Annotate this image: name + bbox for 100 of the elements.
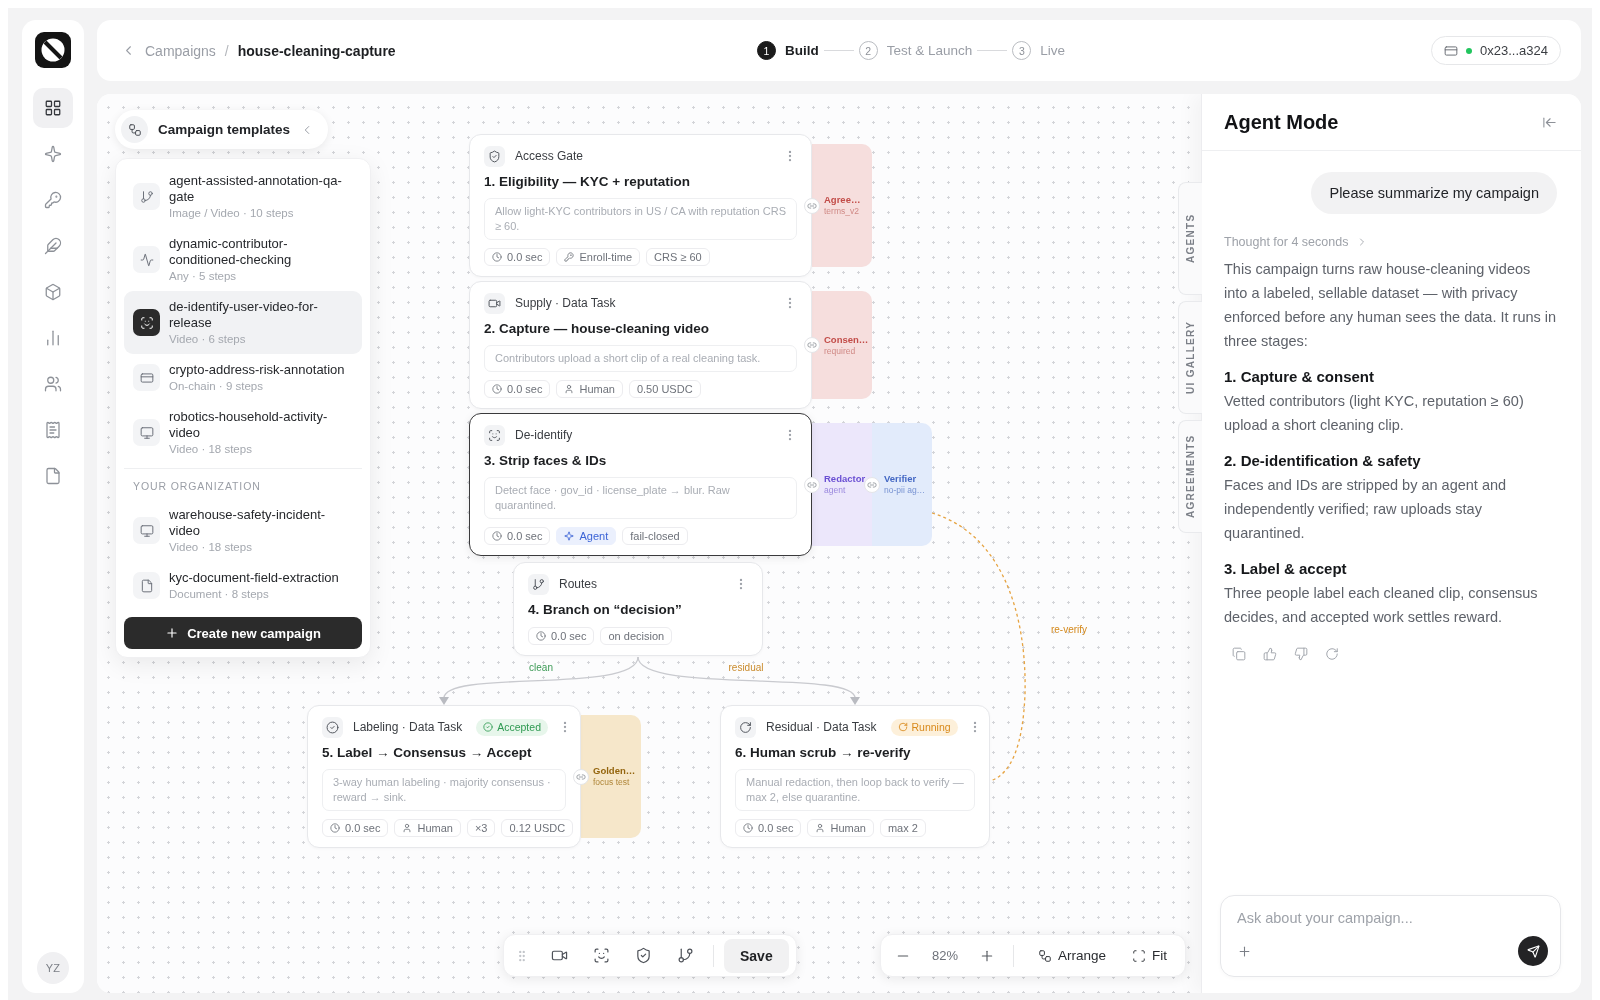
chip-text: fail-closed — [630, 530, 680, 542]
file-icon — [133, 572, 160, 599]
plus-icon — [165, 626, 180, 640]
video-camera-icon — [484, 292, 505, 314]
chip-text: 0.50 USDC — [636, 383, 693, 395]
template-item[interactable]: crypto-address-risk-annotation On-chain · 9 steps — [124, 354, 362, 401]
feather-icon — [44, 237, 62, 255]
template-meta: On-chain · 9 steps — [169, 379, 264, 393]
node-type: Labeling · Data Task — [353, 720, 463, 734]
chip-text: 0.0 sec — [345, 822, 381, 834]
attachment-title: Golden… — [593, 765, 637, 777]
bar-chart-icon — [44, 329, 62, 347]
arrange-button[interactable]: Arrange — [1032, 940, 1113, 971]
send-button[interactable] — [1518, 936, 1548, 966]
step-node[interactable]: De-identify 3. Strip faces & IDs Detect face · gov_id · license_plate → blur. Raw quarantined. 0.0 sec Agent fail-closed — [469, 413, 812, 556]
attachment-title: Consen… — [824, 333, 868, 346]
clock-icon — [536, 631, 546, 641]
side-tab[interactable]: AGREEMENTS — [1178, 420, 1202, 533]
step-node[interactable]: Access Gate 1. Eligibility — KYC + reputation Allow light-KYC contributors in US / CA with reputation CRS ≥ 60. 0.0 sec Enroll-time CRS ≥ 60 — [469, 134, 812, 277]
branch-icon — [528, 573, 549, 595]
breadcrumb-current: house-cleaning-capture — [237, 42, 396, 59]
attachment-panel[interactable]: Golden… focus test — [581, 715, 641, 838]
attachment-subtitle: focus test — [593, 777, 631, 788]
chip-text: Human — [579, 383, 615, 395]
fit-button[interactable]: Fit — [1126, 940, 1174, 971]
template-title: warehouse-safety-incident-video — [169, 507, 327, 539]
branch-icon[interactable] — [676, 947, 694, 964]
receipt-icon — [44, 421, 62, 439]
section-text: Faces and IDs are stripped by an agent and independently verified; raw uploads stay quarantined. — [1224, 476, 1508, 543]
step-number: 1 — [757, 41, 776, 60]
template-title: agent-assisted-annotation-qa-gate — [169, 173, 343, 205]
edge-label: residual — [728, 662, 764, 674]
monitor-icon — [133, 419, 160, 446]
attachment-panel[interactable]: Agree… terms_v2 — [812, 144, 872, 267]
attachment-title: Redactor — [824, 473, 867, 485]
key-icon — [44, 191, 62, 209]
chip-text: 0.0 sec — [551, 630, 587, 642]
status-label: Running — [911, 721, 951, 733]
node-title: 1. Eligibility — KYC + reputation — [484, 173, 691, 191]
card-icon — [133, 364, 160, 391]
node-title: 2. Capture — house-cleaning video — [484, 320, 711, 338]
template-meta: Video · 18 steps — [169, 442, 253, 456]
template-item[interactable]: robotics-household-activity-video Video · 18 steps — [124, 401, 362, 464]
nav-item[interactable] — [33, 88, 73, 128]
templates-title: Campaign templates — [158, 122, 291, 137]
face-scan-icon[interactable] — [592, 947, 610, 964]
chip-text: Human — [830, 822, 866, 834]
chip-text: 0.12 USDC — [509, 822, 566, 834]
node-title: 4. Branch on “decision” — [528, 601, 683, 619]
thumbs-up-icon[interactable] — [1263, 647, 1277, 661]
users-icon — [44, 375, 62, 393]
chip-text: 0.0 sec — [507, 251, 543, 263]
cube-icon — [44, 283, 62, 301]
section-label: YOUR ORGANIZATION — [132, 479, 262, 494]
side-tab[interactable]: AGENTS — [1178, 182, 1202, 295]
plus-icon[interactable] — [1237, 943, 1252, 959]
step-node[interactable]: Routes 4. Branch on “decision” 0.0 sec on decision — [513, 562, 763, 656]
attachment-subtitle: terms_v2 — [824, 206, 860, 217]
node-type: Residual · Data Task — [766, 720, 877, 734]
attachment-subtitle: no-pii ag… — [884, 485, 927, 496]
refresh-icon[interactable] — [1325, 647, 1339, 661]
template-item[interactable]: de-identify-user-video-for-release Video · 6 steps — [124, 291, 362, 354]
section-text: Three people label each cleaned clip, consensus decides, and accepted work settles reward. — [1224, 584, 1539, 627]
step-node[interactable]: Labeling · Data Task Accepted 5. Label → Consensus → Accept 3-way human labeling · majority consensus · reward → sink. 0.0 sec Human ×3 0.12 USDC — [307, 705, 581, 848]
step-node[interactable]: Supply · Data Task 2. Capture — house-cleaning video Contributors upload a short clip of a real cleaning task. 0.0 sec Human 0.50 USDC — [469, 281, 812, 409]
face-scan-icon — [133, 309, 160, 336]
section-heading: 1. Capture & consent — [1224, 367, 1376, 387]
step-node[interactable]: Residual · Data Task Running 6. Human scrub → re-verify Manual redaction, then loop back to verify — max 2, else quarantine. 0.0 sec Human max 2 — [720, 705, 990, 848]
person-icon — [402, 823, 413, 833]
attachment-subtitle: agent — [824, 485, 847, 496]
chip-text: ×3 — [474, 822, 488, 834]
template-item[interactable]: dynamic-contributor-conditioned-checking Any · 5 steps — [124, 228, 362, 291]
side-tab[interactable]: UI GALLERY — [1178, 301, 1202, 414]
attachment-panel[interactable]: Consen… required — [812, 291, 872, 399]
save-button[interactable]: Save — [724, 938, 789, 973]
shield-icon[interactable] — [634, 947, 652, 964]
node-description: 3-way human labeling · majority consensus · reward → sink. — [322, 769, 566, 811]
step-tab[interactable]: 1 Build — [757, 41, 819, 60]
template-item[interactable]: kyc-document-field-extraction Document · 8 steps — [124, 562, 362, 609]
create-campaign-button[interactable]: Create new campaign — [124, 617, 362, 649]
clock-icon — [492, 531, 502, 541]
copy-icon[interactable] — [1232, 647, 1246, 661]
face-scan-icon — [484, 424, 505, 446]
template-title: de-identify-user-video-for-release — [169, 299, 319, 331]
node-type: Routes — [559, 577, 598, 591]
grid-icon — [44, 99, 62, 117]
template-item[interactable]: agent-assisted-annotation-qa-gate Image / Video · 10 steps — [124, 165, 362, 228]
corners-icon — [1132, 948, 1147, 963]
chip-text: Human — [417, 822, 453, 834]
section-text: Vetted contributors (light KYC, reputation ≥ 60) upload a short cleaning clip. — [1224, 392, 1525, 435]
clock-icon — [492, 384, 502, 394]
template-item[interactable]: warehouse-safety-incident-video Video · 18 steps — [124, 499, 362, 562]
user-avatar[interactable]: YZ — [37, 952, 69, 984]
clock-icon — [743, 823, 753, 833]
attachment-panel[interactable]: Verifier no-pii ag… — [872, 423, 932, 546]
attachment-panel[interactable]: Redactor agent — [812, 423, 872, 546]
clock-icon — [330, 823, 340, 833]
template-meta: Image / Video · 10 steps — [169, 206, 295, 220]
attachment-title: Verifier — [884, 473, 918, 485]
thumbs-down-icon[interactable] — [1294, 647, 1308, 661]
